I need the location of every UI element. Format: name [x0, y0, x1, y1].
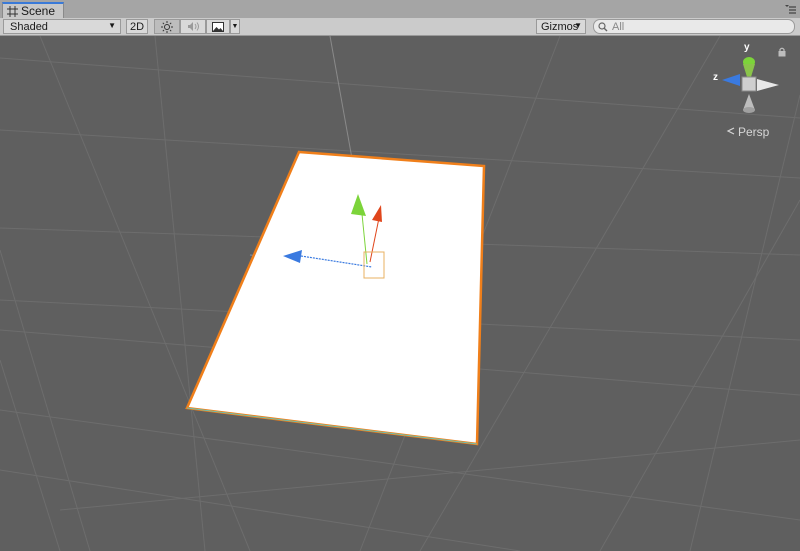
search-placeholder: All — [612, 20, 625, 33]
tab-menu-icon[interactable] — [784, 4, 796, 14]
shading-mode-label: Shaded — [10, 20, 48, 33]
y-axis-label: y — [744, 42, 750, 53]
image-icon — [212, 21, 224, 32]
grid-icon — [7, 5, 18, 17]
lock-icon[interactable] — [778, 47, 786, 57]
gizmos-label: Gizmos — [541, 20, 579, 33]
2d-label: 2D — [129, 20, 145, 33]
search-input[interactable]: All — [593, 19, 795, 34]
sun-icon — [161, 20, 173, 33]
speaker-icon — [187, 22, 199, 31]
chevron-down-icon: ▼ — [108, 21, 116, 30]
tab-bar: Scene — [0, 0, 800, 19]
chevron-down-icon: ▼ — [574, 21, 582, 30]
gizmos-dropdown[interactable]: Gizmos ▼ — [536, 19, 586, 34]
chevron-down-icon: ▼ — [231, 23, 239, 30]
scene-toolbar: Shaded ▼ 2D ▼ Gizmos ▼ All — [0, 18, 800, 36]
projection-toggle[interactable]: Persp — [738, 125, 769, 139]
scene-canvas[interactable] — [0, 36, 800, 551]
z-axis-label: z — [713, 72, 718, 83]
effects-toggle-button[interactable] — [206, 19, 230, 34]
audio-toggle-button[interactable] — [180, 19, 206, 34]
persp-chevron-icon — [726, 127, 735, 135]
lighting-toggle-button[interactable] — [154, 19, 180, 34]
effects-dropdown-button[interactable]: ▼ — [230, 19, 240, 34]
tab-scene[interactable]: Scene — [2, 2, 64, 18]
scene-viewport[interactable]: y z Persp — [0, 36, 800, 551]
search-icon — [598, 22, 608, 32]
2d-toggle-button[interactable]: 2D — [126, 19, 148, 34]
tab-title: Scene — [21, 4, 56, 18]
shading-mode-dropdown[interactable]: Shaded ▼ — [3, 19, 121, 34]
